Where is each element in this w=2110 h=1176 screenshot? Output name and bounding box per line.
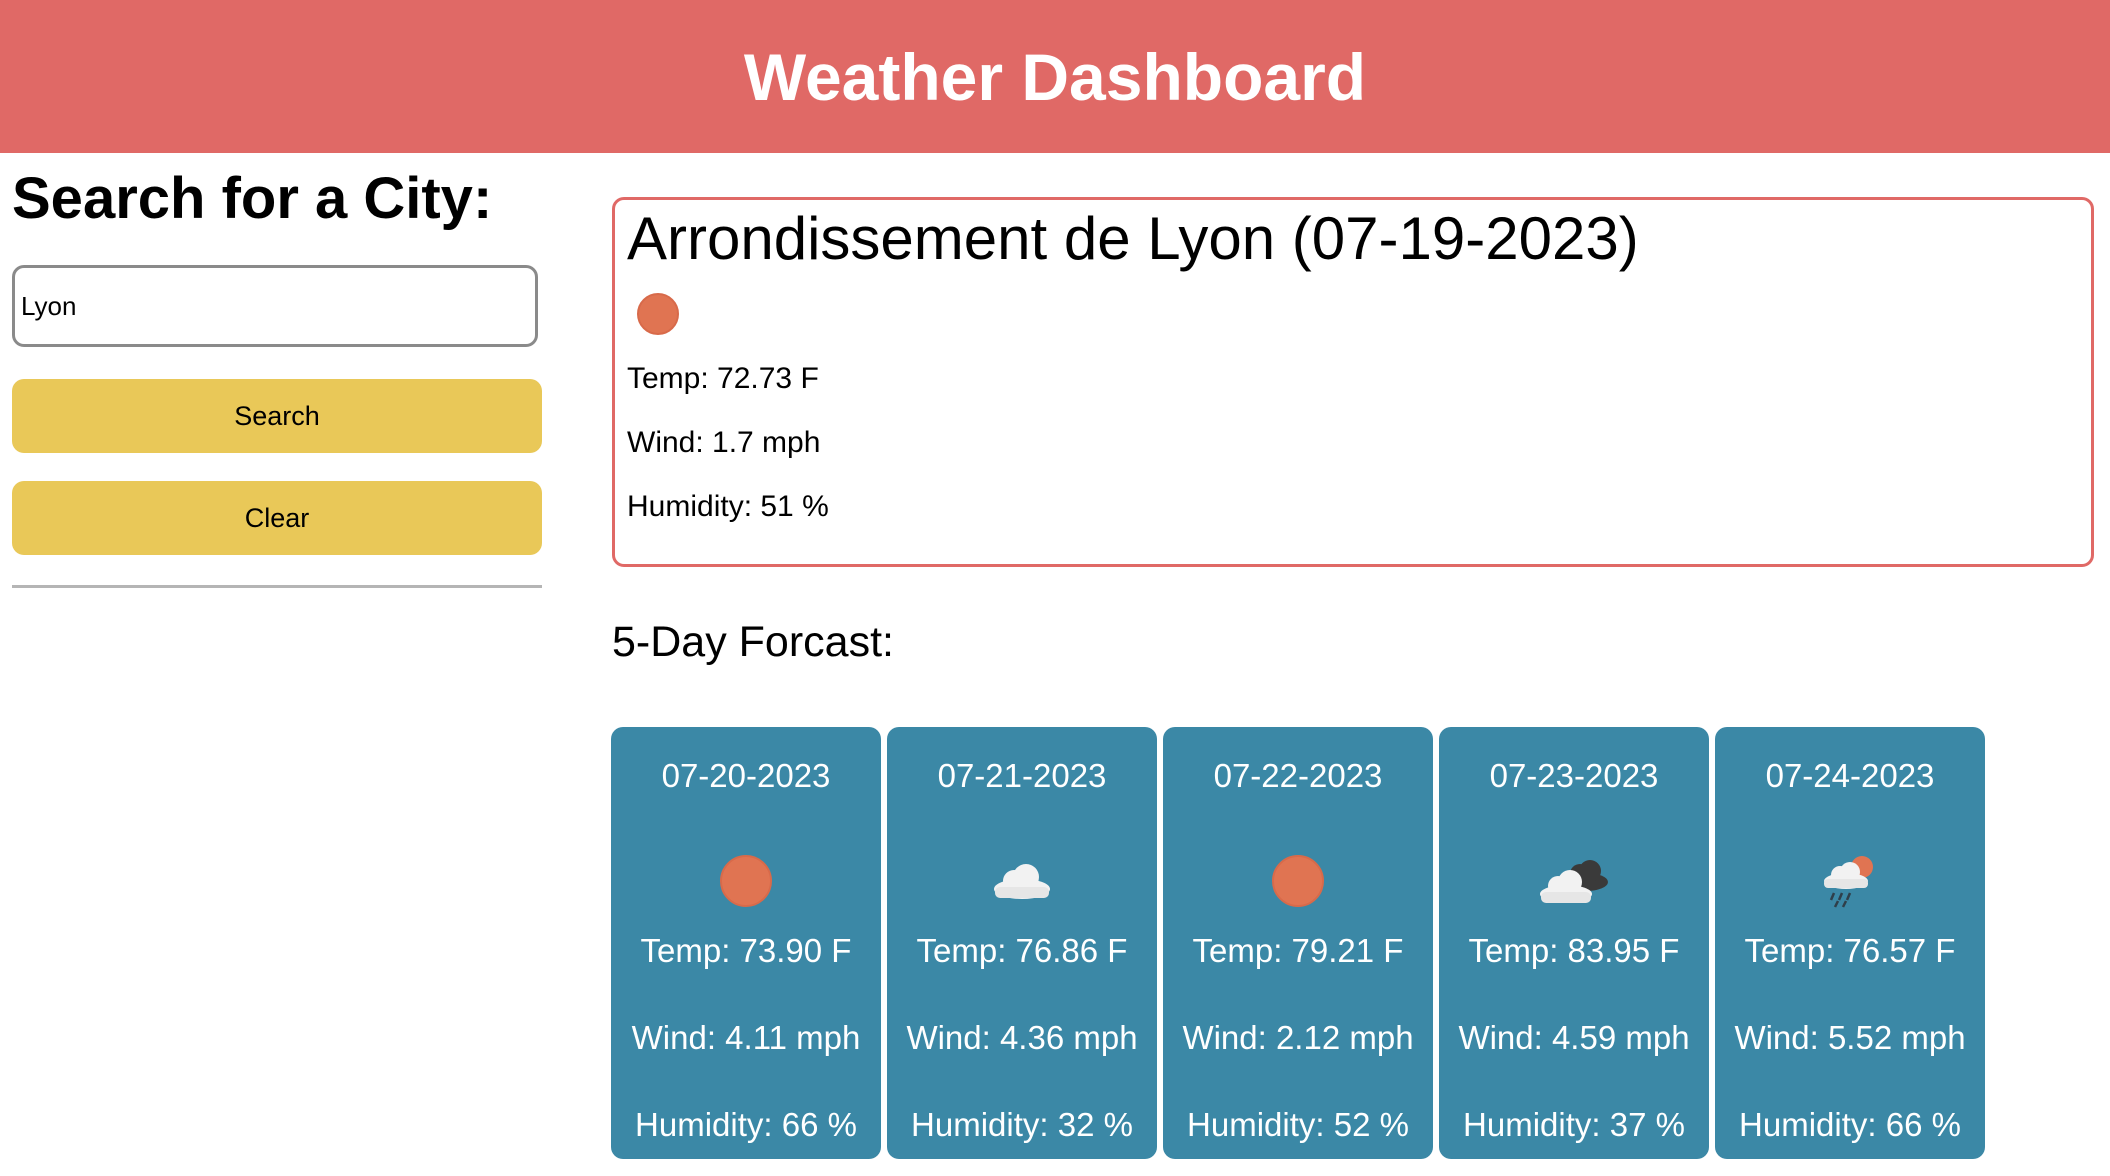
broken-clouds-icon: [1540, 860, 1608, 903]
forecast-wind: Wind: 4.36 mph: [906, 1019, 1138, 1056]
search-heading: Search for a City:: [12, 166, 493, 231]
current-temp: Temp: 72.73 F: [627, 362, 819, 395]
city-search-input[interactable]: [12, 265, 538, 347]
forecast-title: 5-Day Forcast:: [612, 618, 894, 666]
forecast-date: 07-23-2023: [1489, 757, 1659, 794]
forecast-humidity: Humidity: 37 %: [1463, 1106, 1685, 1143]
rain-sun-icon: [1824, 856, 1873, 908]
forecast-date: 07-21-2023: [937, 757, 1107, 794]
current-humidity: Humidity: 51 %: [627, 490, 829, 523]
forecast-card: 07-21-2023 Temp: 76.86 F Wind: 4.36 mph …: [887, 727, 1157, 1159]
forecast-card: 07-24-2023 Temp: 76.57 F Wind: 5.52 mph …: [1715, 727, 1985, 1159]
forecast-date: 07-22-2023: [1213, 757, 1383, 794]
current-wind: Wind: 1.7 mph: [627, 426, 821, 459]
forecast-humidity: Humidity: 66 %: [635, 1106, 857, 1143]
forecast-temp: Temp: 83.95 F: [1468, 932, 1680, 969]
forecast-humidity: Humidity: 66 %: [1739, 1106, 1961, 1143]
forecast-humidity: Humidity: 52 %: [1187, 1106, 1409, 1143]
forecast-temp: Temp: 76.57 F: [1744, 932, 1956, 969]
search-button[interactable]: Search: [12, 379, 542, 453]
history-divider: [12, 585, 542, 588]
sun-icon: [637, 293, 679, 335]
sun-icon: [720, 855, 772, 907]
forecast-humidity: Humidity: 32 %: [911, 1106, 1133, 1143]
search-sidebar: Search for a City: Search Clear: [12, 153, 542, 588]
forecast-card: 07-20-2023 Temp: 73.90 F Wind: 4.11 mph …: [611, 727, 881, 1159]
forecast-cards: 07-20-2023 Temp: 73.90 F Wind: 4.11 mph …: [611, 727, 1991, 1159]
forecast-wind: Wind: 4.11 mph: [631, 1019, 861, 1056]
forecast-temp: Temp: 76.86 F: [916, 932, 1128, 969]
sun-icon: [1272, 855, 1324, 907]
cloud-icon: [994, 864, 1050, 899]
page-header: Weather Dashboard: [0, 0, 2110, 153]
forecast-card: 07-22-2023 Temp: 79.21 F Wind: 2.12 mph …: [1163, 727, 1433, 1159]
forecast-wind: Wind: 5.52 mph: [1734, 1019, 1966, 1056]
page-title: Weather Dashboard: [743, 39, 1367, 114]
current-city-title: Arrondissement de Lyon (07-19-2023): [627, 205, 1639, 272]
current-weather-panel: Arrondissement de Lyon (07-19-2023) Temp…: [612, 197, 2094, 567]
forecast-temp: Temp: 73.90 F: [640, 932, 852, 969]
forecast-temp: Temp: 79.21 F: [1192, 932, 1404, 969]
forecast-date: 07-24-2023: [1765, 757, 1935, 794]
forecast-card: 07-23-2023 Temp: 83.95 F Wind: 4.59 mph …: [1439, 727, 1709, 1159]
clear-button[interactable]: Clear: [12, 481, 542, 555]
forecast-wind: Wind: 4.59 mph: [1458, 1019, 1690, 1056]
forecast-wind: Wind: 2.12 mph: [1182, 1019, 1414, 1056]
forecast-date: 07-20-2023: [661, 757, 831, 794]
